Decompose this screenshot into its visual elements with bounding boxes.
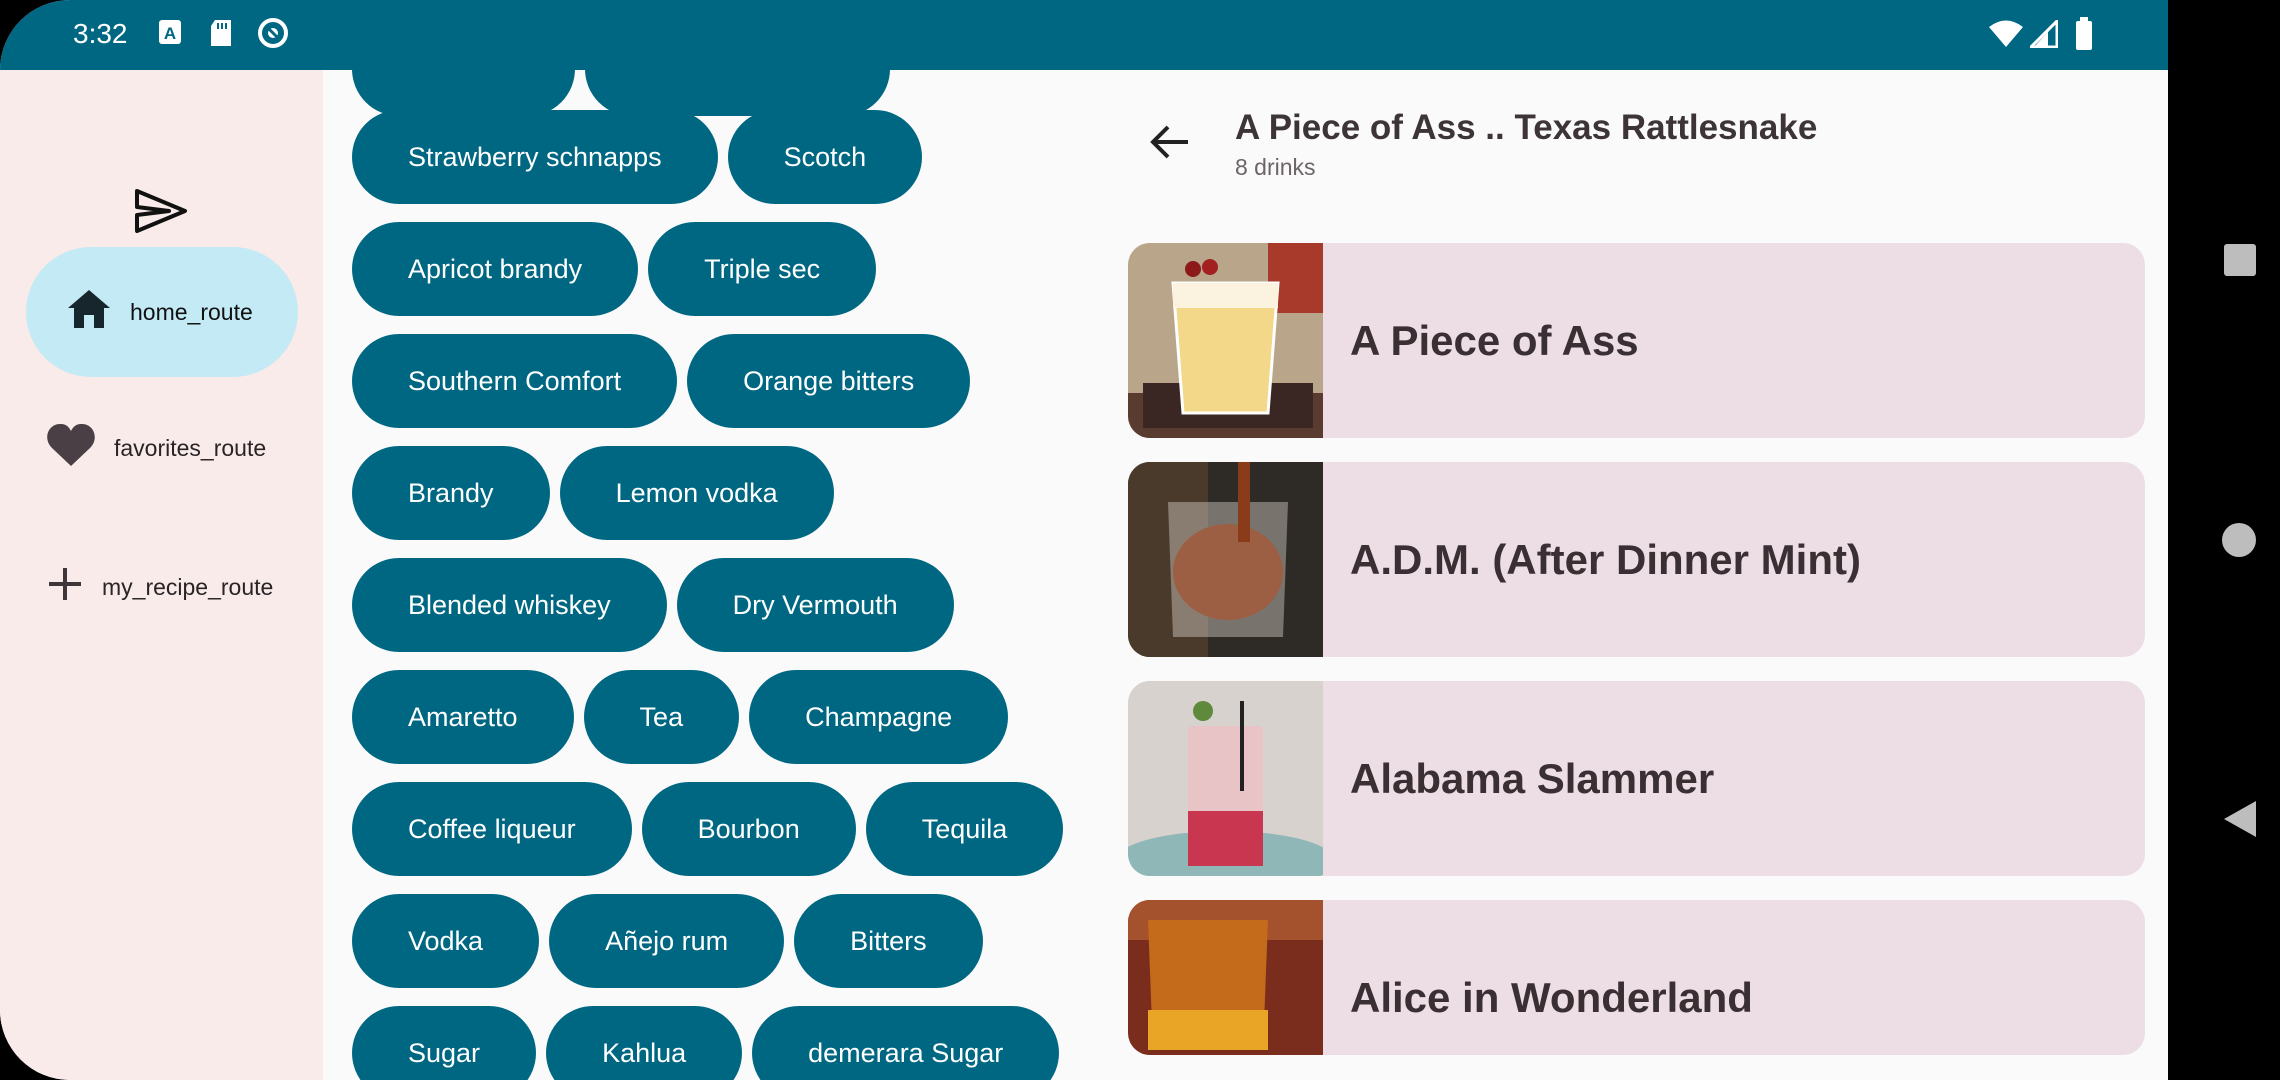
ingredient-chip[interactable]: Amaretto bbox=[352, 670, 574, 764]
send-icon[interactable] bbox=[134, 188, 188, 239]
drink-image bbox=[1128, 462, 1323, 657]
ingredient-chip[interactable]: Vodka bbox=[352, 894, 540, 988]
drink-image bbox=[1128, 243, 1323, 438]
status-time: 3:32 bbox=[73, 18, 128, 49]
font-a-icon: A bbox=[157, 18, 183, 51]
chip-row: Sugar Kahlua demerara Sugar bbox=[352, 1006, 1060, 1080]
rail-item-my-recipe[interactable]: my_recipe_route bbox=[46, 565, 273, 609]
chip-row: Brandy Lemon vodka bbox=[352, 446, 834, 540]
drink-card[interactable]: A.D.M. (After Dinner Mint) bbox=[1128, 462, 2145, 657]
ingredient-chip[interactable]: Sugar bbox=[352, 1006, 537, 1080]
signal-icon bbox=[2027, 17, 2059, 53]
drink-image bbox=[1128, 681, 1335, 876]
rail-item-label: my_recipe_route bbox=[102, 573, 274, 600]
chip-row: Vodka Añejo rum Bitters bbox=[352, 894, 983, 988]
app-screen: 3:32 A home_route favorites_route my_rec… bbox=[0, 0, 2168, 1080]
plus-icon bbox=[46, 565, 84, 609]
ingredient-chip[interactable]: Orange bitters bbox=[687, 334, 971, 428]
chip-row: Coffee liqueur Bourbon Tequila bbox=[352, 782, 1064, 876]
recents-icon[interactable] bbox=[2223, 243, 2257, 282]
page-title: A Piece of Ass .. Texas Rattlesnake bbox=[1235, 108, 1818, 147]
ingredient-chip[interactable]: Añejo rum bbox=[549, 894, 785, 988]
ingredient-chip[interactable]: Tea bbox=[583, 670, 740, 764]
navigation-rail: home_route favorites_route my_recipe_rou… bbox=[0, 70, 323, 1080]
drink-card[interactable]: Alabama Slammer bbox=[1128, 681, 2145, 876]
drink-name: A.D.M. (After Dinner Mint) bbox=[1350, 535, 1861, 583]
drink-card[interactable]: A Piece of Ass bbox=[1128, 243, 2145, 438]
back-button-icon[interactable] bbox=[2223, 800, 2257, 843]
home-icon bbox=[66, 288, 112, 336]
ingredient-chip[interactable]: Scotch bbox=[727, 110, 923, 204]
ingredient-chip[interactable]: Coffee liqueur bbox=[352, 782, 632, 876]
ingredient-chip[interactable]: Triple sec bbox=[648, 222, 877, 316]
drink-name: Alice in Wonderland bbox=[1350, 973, 1753, 1021]
ingredient-chip[interactable]: Brandy bbox=[352, 446, 550, 540]
rail-item-home[interactable]: home_route bbox=[26, 247, 298, 377]
ingredient-chip[interactable]: Lemon vodka bbox=[559, 446, 834, 540]
ingredient-chip[interactable]: Kahlua bbox=[546, 1006, 743, 1080]
drink-name: Alabama Slammer bbox=[1350, 754, 1715, 802]
ingredient-chip[interactable]: Champagne bbox=[749, 670, 1009, 764]
ingredient-chip[interactable]: Dry Vermouth bbox=[676, 558, 954, 652]
status-bar: 3:32 A bbox=[0, 0, 2168, 70]
drink-count: 8 drinks bbox=[1235, 154, 1316, 180]
arrow-back-icon[interactable] bbox=[1148, 122, 1192, 167]
ingredient-chip[interactable]: Bitters bbox=[794, 894, 983, 988]
home-button-icon[interactable] bbox=[2221, 522, 2257, 563]
chip-row: Amaretto Tea Champagne bbox=[352, 670, 1009, 764]
drink-list-panel: A Piece of Ass .. Texas Rattlesnake 8 dr… bbox=[1103, 70, 2168, 1080]
heart-icon bbox=[46, 422, 96, 474]
drink-image bbox=[1128, 900, 1323, 1055]
drink-name: A Piece of Ass bbox=[1350, 316, 1639, 364]
rail-item-label: favorites_route bbox=[114, 434, 267, 461]
drink-card[interactable]: Alice in Wonderland bbox=[1128, 900, 2145, 1055]
sync-icon bbox=[256, 16, 290, 55]
wifi-icon bbox=[1988, 20, 2024, 53]
sd-card-icon bbox=[209, 18, 233, 53]
ingredient-chip[interactable]: Tequila bbox=[865, 782, 1064, 876]
rail-item-label: home_route bbox=[130, 298, 253, 325]
chip-row: Apricot brandy Triple sec bbox=[352, 222, 877, 316]
ingredient-chip[interactable]: Bourbon bbox=[641, 782, 856, 876]
ingredient-chips: Strawberry schnapps Scotch Apricot brand… bbox=[323, 70, 1103, 1080]
chip-row: Strawberry schnapps Scotch bbox=[352, 110, 923, 204]
chip-row: Blended whiskey Dry Vermouth bbox=[352, 558, 954, 652]
system-navigation-bar bbox=[2168, 0, 2280, 1080]
ingredient-chip[interactable]: Strawberry schnapps bbox=[352, 110, 718, 204]
rail-item-favorites[interactable]: favorites_route bbox=[46, 422, 266, 474]
ingredient-chip[interactable]: Southern Comfort bbox=[352, 334, 678, 428]
ingredient-chip[interactable]: Blended whiskey bbox=[352, 558, 667, 652]
ingredient-chip[interactable]: demerara Sugar bbox=[752, 1006, 1060, 1080]
battery-icon bbox=[2075, 17, 2093, 56]
ingredient-chip[interactable]: Apricot brandy bbox=[352, 222, 639, 316]
svg-text:A: A bbox=[164, 24, 176, 43]
chip-row: Southern Comfort Orange bitters bbox=[352, 334, 971, 428]
